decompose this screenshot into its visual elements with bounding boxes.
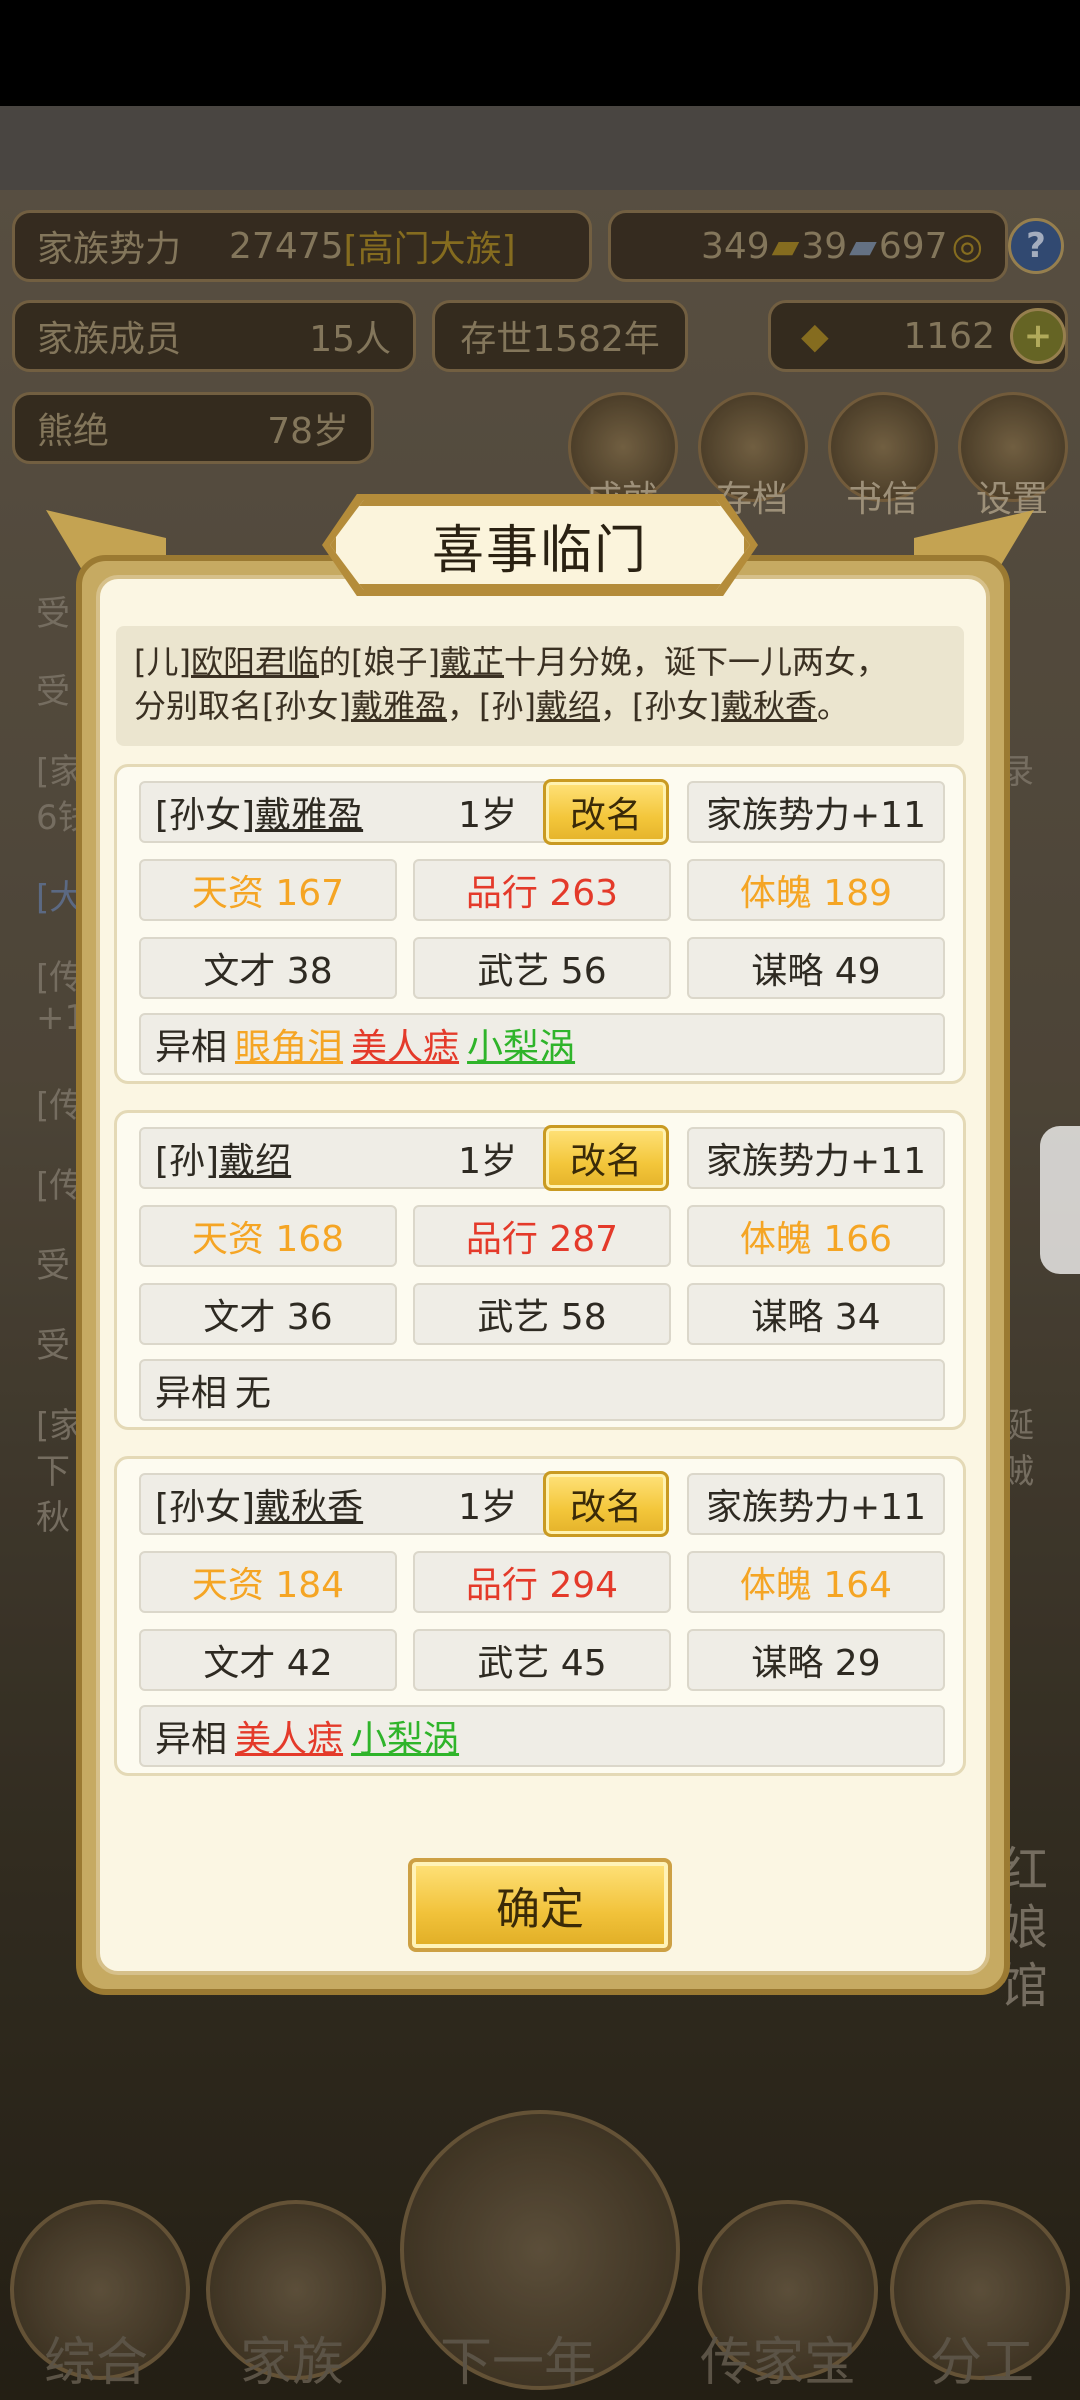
traits-row: 异相 眼角泪 美人痣 小梨涡 <box>139 1013 945 1075</box>
physique-stat: 体魄 189 <box>687 859 945 921</box>
clan-power-bonus: 家族势力+11 <box>687 781 945 843</box>
martial-stat: 武艺 56 <box>413 937 671 999</box>
martial-stat: 武艺 45 <box>413 1629 671 1691</box>
strategy-stat: 谋略 49 <box>687 937 945 999</box>
birth-announcement: [儿]欧阳君临的[娘子]戴芷十月分娩，诞下一儿两女， 分别取名[孙女]戴雅盈，[… <box>116 626 964 746</box>
talent-stat: 天资 184 <box>139 1551 397 1613</box>
clan-power-bonus: 家族势力+11 <box>687 1473 945 1535</box>
talent-stat: 天资 167 <box>139 859 397 921</box>
morality-stat: 品行 263 <box>413 859 671 921</box>
person-link[interactable]: 欧阳君临 <box>191 643 319 681</box>
child-name[interactable]: 戴秋香 <box>255 1478 363 1530</box>
trait-link[interactable]: 眼角泪 <box>235 1018 343 1070</box>
rename-button[interactable]: 改名 <box>543 1125 669 1191</box>
trait-link[interactable]: 小梨涡 <box>351 1710 459 1762</box>
dialog-title: 喜事临门 <box>330 500 750 590</box>
side-drawer-handle[interactable] <box>1040 1126 1080 1274</box>
rename-button[interactable]: 改名 <box>543 1471 669 1537</box>
traits-label: 异相 <box>155 1373 228 1414</box>
trait-link[interactable]: 美人痣 <box>351 1018 459 1070</box>
talent-stat: 天资 168 <box>139 1205 397 1267</box>
traits-none: 无 <box>235 1373 272 1414</box>
clan-power-bonus: 家族势力+11 <box>687 1127 945 1189</box>
morality-stat: 品行 294 <box>413 1551 671 1613</box>
traits-label: 异相 <box>155 1719 228 1760</box>
physique-stat: 体魄 164 <box>687 1551 945 1613</box>
strategy-stat: 谋略 29 <box>687 1629 945 1691</box>
child-card: [孙女] 戴秋香 1岁 改名 家族势力+11 天资 184 品行 294 体魄 1… <box>114 1456 966 1776</box>
literacy-stat: 文才 36 <box>139 1283 397 1345</box>
martial-stat: 武艺 58 <box>413 1283 671 1345</box>
traits-row: 异相 美人痣 小梨涡 <box>139 1705 945 1767</box>
child-name[interactable]: 戴绍 <box>219 1132 291 1184</box>
traits-row: 异相 无 <box>139 1359 945 1421</box>
announcement-line-2: 分别取名[孙女]戴雅盈，[孙]戴绍，[孙女]戴秋香。 <box>134 687 850 725</box>
literacy-stat: 文才 42 <box>139 1629 397 1691</box>
person-link[interactable]: 戴雅盈 <box>351 687 447 725</box>
child-age: 1岁 <box>458 795 517 836</box>
rename-button[interactable]: 改名 <box>543 779 669 845</box>
trait-link[interactable]: 小梨涡 <box>467 1018 575 1070</box>
child-age: 1岁 <box>458 1141 517 1182</box>
person-link[interactable]: 戴绍 <box>536 687 600 725</box>
person-link[interactable]: 戴秋香 <box>721 687 817 725</box>
status-bar <box>0 0 1080 106</box>
child-card: [孙] 戴绍 1岁 改名 家族势力+11 天资 168 品行 287 体魄 166… <box>114 1110 966 1430</box>
literacy-stat: 文才 38 <box>139 937 397 999</box>
physique-stat: 体魄 166 <box>687 1205 945 1267</box>
child-name[interactable]: 戴雅盈 <box>255 786 363 838</box>
child-age: 1岁 <box>458 1487 517 1528</box>
announcement-line-1: [儿]欧阳君临的[娘子]戴芷十月分娩，诞下一儿两女， <box>134 643 889 681</box>
child-card: [孙女] 戴雅盈 1岁 改名 家族势力+11 天资 167 品行 263 体魄 1… <box>114 764 966 1084</box>
confirm-button[interactable]: 确定 <box>408 1858 672 1952</box>
morality-stat: 品行 287 <box>413 1205 671 1267</box>
trait-link[interactable]: 美人痣 <box>235 1710 343 1762</box>
person-link[interactable]: 戴芷 <box>440 643 504 681</box>
traits-label: 异相 <box>155 1027 228 1068</box>
strategy-stat: 谋略 34 <box>687 1283 945 1345</box>
